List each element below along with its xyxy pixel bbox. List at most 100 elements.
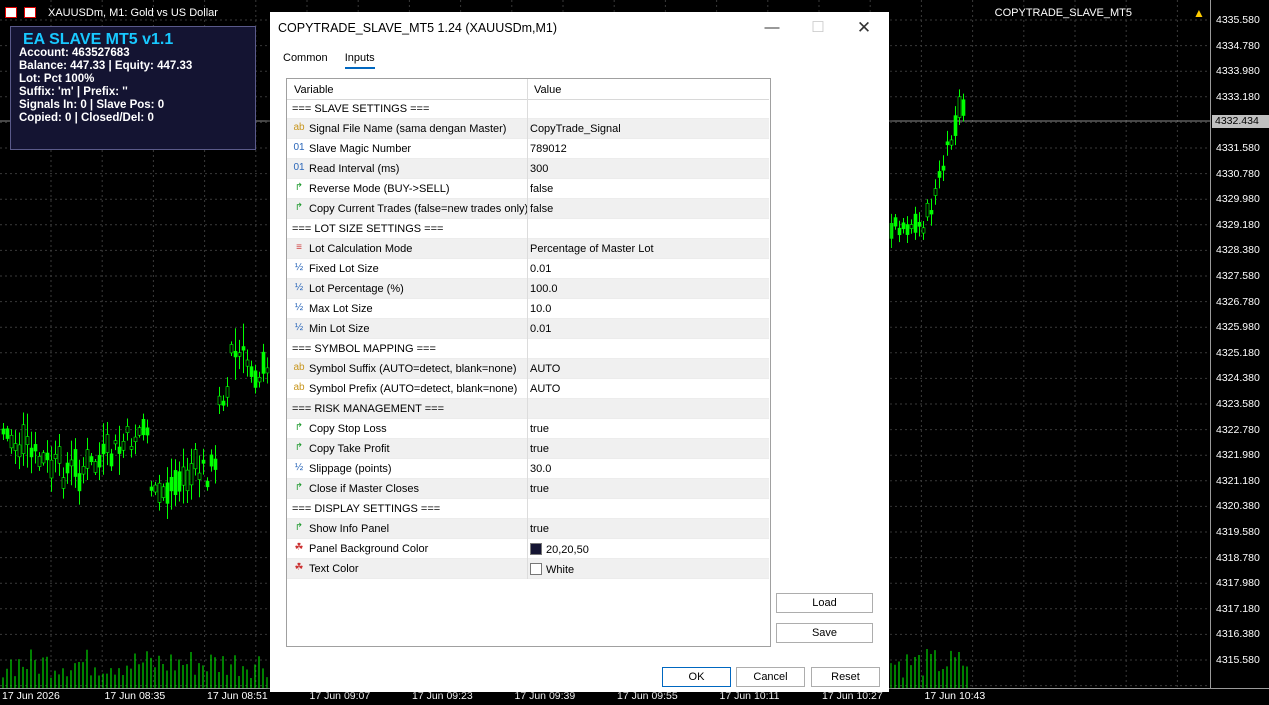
input-value[interactable]: true [530, 483, 549, 495]
input-row[interactable]: ↱ Copy Stop Loss true [287, 419, 769, 439]
section-header-row[interactable]: === DISPLAY SETTINGS === [287, 499, 769, 519]
double-icon: ½ [294, 282, 304, 293]
price-tick-label: 4335.580 [1216, 14, 1260, 26]
info-lot-mode: Lot: Pct 100% [19, 73, 95, 85]
section-header-row[interactable]: === SLAVE SETTINGS === [287, 99, 769, 119]
candle-body [233, 350, 238, 358]
input-value[interactable]: true [530, 423, 549, 435]
double-icon: ½ [294, 262, 304, 273]
input-row[interactable]: ☘ Text Color White [287, 559, 769, 579]
double-icon: ½ [294, 302, 304, 313]
candle-body [261, 351, 266, 374]
column-separator[interactable] [527, 79, 528, 579]
chart-trade-icon[interactable] [5, 6, 17, 18]
bool-icon: ↱ [294, 482, 304, 493]
input-row[interactable]: ☘ Panel Background Color 20,20,50 [287, 539, 769, 559]
input-value[interactable]: 100.0 [530, 283, 558, 295]
input-value[interactable]: CopyTrade_Signal [530, 123, 621, 135]
expert-advisor-label[interactable]: COPYTRADE_SLAVE_MT5 [995, 7, 1132, 19]
input-value[interactable]: 300 [530, 163, 548, 175]
input-row[interactable]: ½ Slippage (points) 30.0 [287, 459, 769, 479]
input-row[interactable]: ↱ Copy Current Trades (false=new trades o… [287, 199, 769, 219]
ok-button[interactable]: OK [662, 667, 731, 687]
input-value[interactable]: true [530, 523, 549, 535]
expert-hat-icon[interactable]: ▲ [1193, 6, 1205, 20]
reset-button[interactable]: Reset [811, 667, 880, 687]
chart-type-icon[interactable] [24, 6, 37, 18]
candle-body [169, 476, 174, 492]
integer-icon: 01 [293, 142, 305, 153]
input-value[interactable]: 30.0 [530, 463, 551, 475]
price-tick-label: 4317.980 [1216, 577, 1260, 590]
price-tick-label: 4333.180 [1216, 90, 1260, 103]
input-row[interactable]: ab Symbol Prefix (AUTO=detect, blank=none… [287, 379, 769, 399]
column-header-variable[interactable]: Variable [294, 84, 334, 96]
string-icon: ab [293, 382, 305, 393]
input-row[interactable]: ab Signal File Name (sama dengan Master) C… [287, 119, 769, 139]
price-tick-label: 4318.780 [1216, 551, 1260, 564]
input-value[interactable]: 10.0 [530, 303, 551, 315]
input-value[interactable]: 0.01 [530, 263, 551, 275]
candle-body [13, 443, 18, 451]
section-header-row[interactable]: === SYMBOL MAPPING === [287, 339, 769, 359]
input-row[interactable]: ½ Lot Percentage (%) 100.0 [287, 279, 769, 299]
input-row[interactable]: ab Symbol Suffix (AUTO=detect, blank=none… [287, 359, 769, 379]
input-row[interactable]: ↱ Show Info Panel true [287, 519, 769, 539]
price-axis[interactable]: 4335.5804334.7804333.9804333.1804332.380… [1210, 0, 1269, 688]
candle-body [125, 426, 130, 433]
price-tick-label: 4319.580 [1216, 526, 1260, 538]
candle-body [193, 449, 198, 470]
input-value[interactable]: 0.01 [530, 323, 551, 335]
candle-body [33, 444, 38, 452]
candle-body [257, 377, 262, 383]
input-value[interactable]: true [530, 443, 549, 455]
candle-body [197, 472, 202, 480]
cancel-button[interactable]: Cancel [736, 667, 805, 687]
save-button[interactable]: Save [776, 623, 873, 643]
input-row[interactable]: ↱ Copy Take Profit true [287, 439, 769, 459]
candle-body [945, 141, 950, 146]
input-row[interactable]: ½ Max Lot Size 10.0 [287, 299, 769, 319]
input-value[interactable]: false [530, 183, 553, 195]
input-value[interactable]: 20,20,50 [530, 543, 589, 556]
candle-body [237, 352, 242, 357]
input-variable-name: Max Lot Size [309, 303, 373, 315]
input-row[interactable]: 01 Read Interval (ms) 300 [287, 159, 769, 179]
current-price-label: 4332.434 [1212, 115, 1269, 128]
candle-body [133, 436, 138, 442]
tab-inputs[interactable]: Inputs [344, 52, 375, 69]
close-button[interactable]: ✕ [841, 12, 887, 44]
price-tick-label: 4316.380 [1216, 628, 1260, 641]
input-row[interactable]: ↱ Reverse Mode (BUY->SELL) false [287, 179, 769, 199]
candle-body [889, 223, 894, 239]
candle-body [17, 444, 22, 458]
input-value[interactable]: AUTO [530, 363, 560, 375]
input-value[interactable]: 789012 [530, 143, 567, 155]
candle-body [921, 227, 926, 234]
tab-common[interactable]: Common [283, 52, 328, 67]
input-variable-name: Fixed Lot Size [309, 263, 379, 275]
price-tick-label: 4315.580 [1216, 654, 1260, 666]
input-value[interactable]: AUTO [530, 383, 560, 395]
input-value[interactable]: false [530, 203, 553, 215]
input-row[interactable]: ½ Fixed Lot Size 0.01 [287, 259, 769, 279]
input-row[interactable]: ½ Min Lot Size 0.01 [287, 319, 769, 339]
candle-body [961, 99, 966, 116]
input-row[interactable]: ↱ Close if Master Closes true [287, 479, 769, 499]
candle-body [929, 210, 934, 215]
section-header-row[interactable]: === LOT SIZE SETTINGS === [287, 219, 769, 239]
input-row[interactable]: 01 Slave Magic Number 789012 [287, 139, 769, 159]
bool-icon: ↱ [294, 202, 304, 213]
load-button[interactable]: Load [776, 593, 873, 613]
input-value[interactable]: Percentage of Master Lot [530, 243, 654, 255]
input-row[interactable]: ≡ Lot Calculation Mode Percentage of Maste… [287, 239, 769, 259]
maximize-button[interactable]: ☐ [795, 12, 841, 44]
input-value-text: 30.0 [530, 463, 552, 475]
column-header-value[interactable]: Value [534, 84, 561, 96]
section-header-row[interactable]: === RISK MANAGEMENT === [287, 399, 769, 419]
candle-body [45, 452, 50, 461]
minimize-button[interactable]: — [749, 12, 795, 44]
color-swatch[interactable] [530, 543, 542, 555]
input-value[interactable]: White [530, 563, 574, 576]
color-swatch[interactable] [530, 563, 542, 575]
